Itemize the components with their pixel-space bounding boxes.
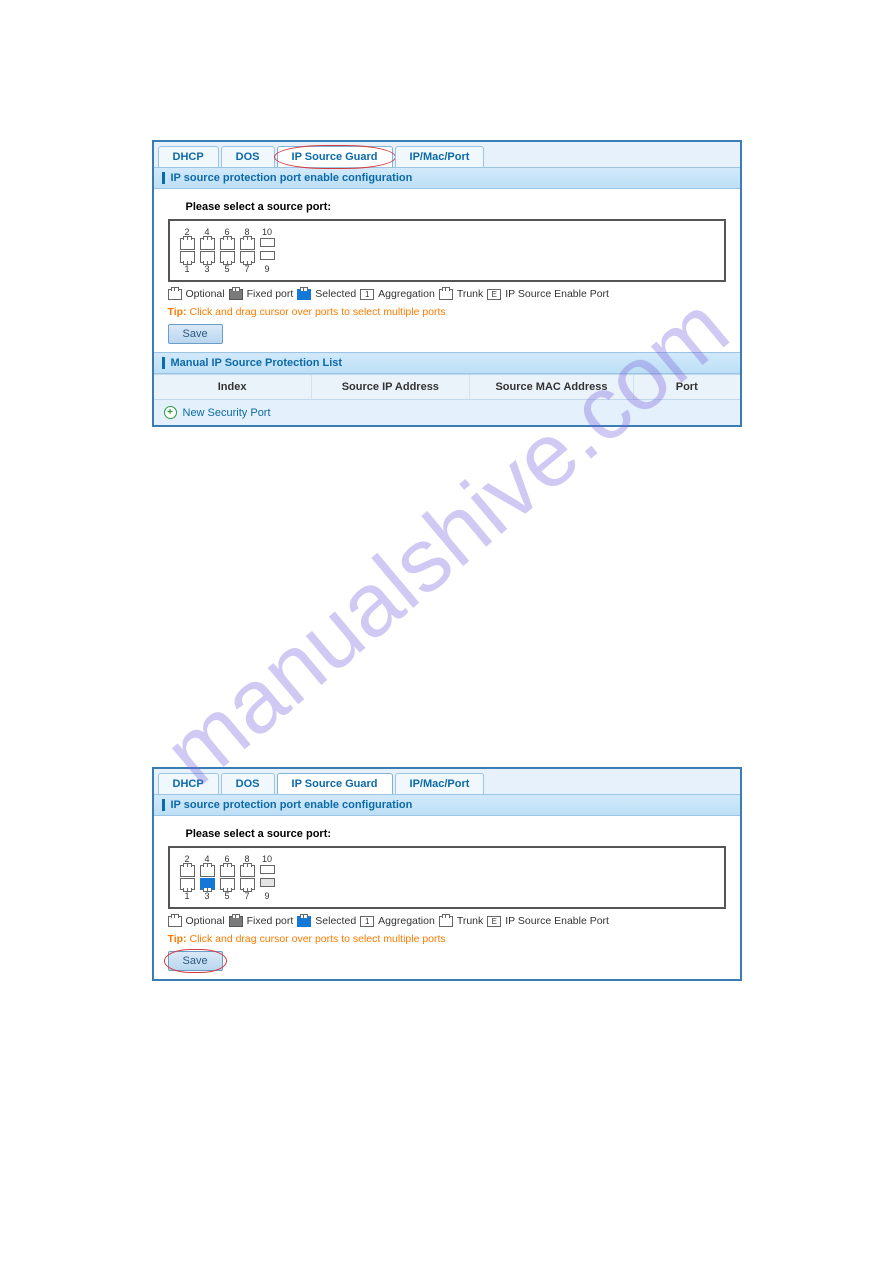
tab-ip-mac-port-2[interactable]: IP/Mac/Port bbox=[395, 773, 485, 794]
port-row-bottom-2 bbox=[180, 878, 714, 890]
legend-fixed-icon bbox=[229, 289, 243, 300]
port-row-top bbox=[180, 238, 714, 250]
port-3[interactable] bbox=[200, 251, 215, 263]
port-2-b[interactable] bbox=[180, 865, 195, 877]
legend-selected-label: Selected bbox=[315, 288, 356, 300]
port-9[interactable] bbox=[260, 251, 275, 260]
port-8-b[interactable] bbox=[240, 865, 255, 877]
save-button-2[interactable]: Save bbox=[168, 951, 223, 971]
port-5[interactable] bbox=[220, 251, 235, 263]
section-header-text: IP source protection port enable configu… bbox=[171, 172, 413, 184]
port-10-b[interactable] bbox=[260, 865, 275, 874]
tab-dhcp-2[interactable]: DHCP bbox=[158, 773, 219, 794]
th-port: Port bbox=[634, 375, 739, 399]
th-ip: Source IP Address bbox=[312, 375, 470, 399]
port-1-b[interactable] bbox=[180, 878, 195, 890]
legend-trunk-icon-2 bbox=[439, 916, 453, 927]
port-6-b[interactable] bbox=[220, 865, 235, 877]
tab-dhcp[interactable]: DHCP bbox=[158, 146, 219, 167]
port-1[interactable] bbox=[180, 251, 195, 263]
tab-ip-mac-port[interactable]: IP/Mac/Port bbox=[395, 146, 485, 167]
legend-enable-label: IP Source Enable Port bbox=[505, 288, 609, 300]
port-4-b[interactable] bbox=[200, 865, 215, 877]
legend-fixed-label-2: Fixed port bbox=[247, 915, 294, 927]
port-legend: Optional Fixed port Selected 1 Aggregati… bbox=[168, 288, 726, 300]
port-4[interactable] bbox=[200, 238, 215, 250]
manual-list-header-text: Manual IP Source Protection List bbox=[171, 357, 343, 369]
legend-trunk-label: Trunk bbox=[457, 288, 483, 300]
new-security-port-link[interactable]: + New Security Port bbox=[154, 400, 740, 425]
tab-ip-source-guard-2[interactable]: IP Source Guard bbox=[277, 773, 393, 794]
port-6[interactable] bbox=[220, 238, 235, 250]
port-8[interactable] bbox=[240, 238, 255, 250]
legend-selected-icon bbox=[297, 289, 311, 300]
port-2[interactable] bbox=[180, 238, 195, 250]
tip-line: Tip: Click and drag cursor over ports to… bbox=[168, 306, 726, 318]
port-select-area: Please select a source port: 2 4 6 8 10 bbox=[154, 189, 740, 352]
ip-source-guard-panel-2: DHCP DOS IP Source Guard IP/Mac/Port IP … bbox=[152, 767, 742, 981]
section-header-port-enable: IP source protection port enable configu… bbox=[154, 167, 740, 189]
port-labels-bottom-2: 1 3 5 7 9 bbox=[180, 891, 714, 901]
port-5-b[interactable] bbox=[220, 878, 235, 890]
section-header-port-enable-2: IP source protection port enable configu… bbox=[154, 794, 740, 816]
port-labels-top: 2 4 6 8 10 bbox=[180, 227, 714, 237]
port-labels-bottom: 1 3 5 7 9 bbox=[180, 264, 714, 274]
legend-enable-icon-2: E bbox=[487, 916, 501, 927]
tip-label: Tip: bbox=[168, 306, 187, 318]
legend-fixed-icon-2 bbox=[229, 916, 243, 927]
select-source-port-label-2: Please select a source port: bbox=[186, 828, 726, 840]
legend-optional-label: Optional bbox=[186, 288, 225, 300]
legend-aggregation-label: Aggregation bbox=[378, 288, 435, 300]
legend-selected-label-2: Selected bbox=[315, 915, 356, 927]
port-9-b[interactable] bbox=[260, 878, 275, 887]
tip-text: Click and drag cursor over ports to sele… bbox=[189, 306, 445, 318]
port-row-top-2 bbox=[180, 865, 714, 877]
legend-aggregation-label-2: Aggregation bbox=[378, 915, 435, 927]
legend-enable-icon: E bbox=[487, 289, 501, 300]
port-legend-2: Optional Fixed port Selected 1 Aggregati… bbox=[168, 915, 726, 927]
legend-optional-icon-2 bbox=[168, 916, 182, 927]
save-button[interactable]: Save bbox=[168, 324, 223, 344]
tab-dos-2[interactable]: DOS bbox=[221, 773, 275, 794]
port-10[interactable] bbox=[260, 238, 275, 247]
select-source-port-label: Please select a source port: bbox=[186, 201, 726, 213]
manual-list-header: Manual IP Source Protection List bbox=[154, 352, 740, 374]
tab-bar: DHCP DOS IP Source Guard IP/Mac/Port bbox=[154, 142, 740, 167]
legend-trunk-icon bbox=[439, 289, 453, 300]
tab-ip-source-guard[interactable]: IP Source Guard bbox=[277, 146, 393, 167]
legend-enable-label-2: IP Source Enable Port bbox=[505, 915, 609, 927]
port-labels-top-2: 2 4 6 8 10 bbox=[180, 854, 714, 864]
legend-selected-icon-2 bbox=[297, 916, 311, 927]
section-header-text-2: IP source protection port enable configu… bbox=[171, 799, 413, 811]
port-7-b[interactable] bbox=[240, 878, 255, 890]
tip-line-2: Tip: Click and drag cursor over ports to… bbox=[168, 933, 726, 945]
legend-optional-icon bbox=[168, 289, 182, 300]
tip-label-2: Tip: bbox=[168, 933, 187, 945]
ip-source-guard-panel-1: DHCP DOS IP Source Guard IP/Mac/Port IP … bbox=[152, 140, 742, 427]
new-security-port-label: New Security Port bbox=[183, 407, 271, 419]
th-mac: Source MAC Address bbox=[470, 375, 634, 399]
tab-bar-2: DHCP DOS IP Source Guard IP/Mac/Port bbox=[154, 769, 740, 794]
legend-optional-label-2: Optional bbox=[186, 915, 225, 927]
legend-aggregation-icon: 1 bbox=[360, 289, 374, 300]
th-index: Index bbox=[154, 375, 312, 399]
legend-aggregation-icon-2: 1 bbox=[360, 916, 374, 927]
legend-trunk-label-2: Trunk bbox=[457, 915, 483, 927]
port-select-area-2: Please select a source port: 2 4 6 8 10 bbox=[154, 816, 740, 979]
legend-fixed-label: Fixed port bbox=[247, 288, 294, 300]
port-3-b[interactable] bbox=[200, 878, 215, 890]
port-grid: 2 4 6 8 10 1 3 bbox=[168, 219, 726, 282]
table-header-row: Index Source IP Address Source MAC Addre… bbox=[154, 374, 740, 400]
port-7[interactable] bbox=[240, 251, 255, 263]
tab-dos[interactable]: DOS bbox=[221, 146, 275, 167]
plus-icon: + bbox=[164, 406, 177, 419]
tip-text-2: Click and drag cursor over ports to sele… bbox=[189, 933, 445, 945]
port-row-bottom bbox=[180, 251, 714, 263]
port-grid-2: 2 4 6 8 10 1 3 bbox=[168, 846, 726, 909]
